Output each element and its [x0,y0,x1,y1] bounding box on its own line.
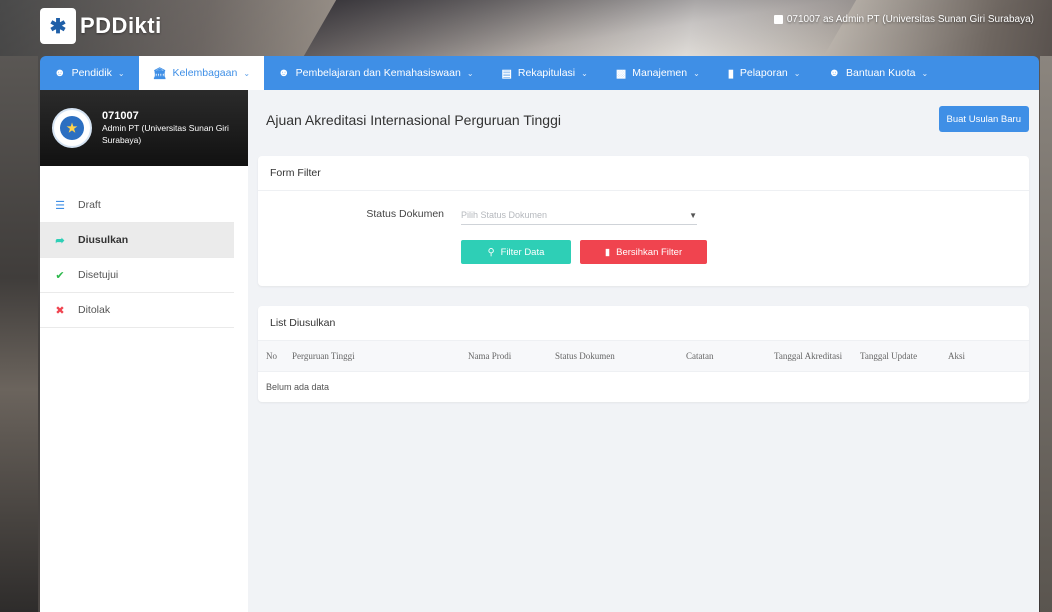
sidebar: ★ 071007 Admin PT (Universitas Sunan Gir… [40,90,248,612]
check-circle-icon: ✔ [55,269,65,282]
background-decoration [303,0,857,56]
chevron-down-icon: ⌄ [921,68,929,78]
list-icon: ☰ [55,199,65,212]
document-icon: ▩ [615,67,627,80]
user-circle-icon: ☻ [278,67,290,79]
nav-manajemen[interactable]: ▩ Manajemen ⌄ [602,56,714,90]
nav-pendidik[interactable]: ☻ Pendidik ⌄ [40,56,139,90]
sidebar-item-label: Ditolak [78,304,111,316]
column-header[interactable]: Tanggal Update [860,351,917,361]
chart-icon: ▤ [501,67,512,80]
column-header[interactable]: Perguruan Tinggi [292,351,355,361]
filter-card: Form Filter Status Dokumen Pilih Status … [258,156,1029,286]
column-header[interactable]: Tanggal Akreditasi [774,351,842,361]
background-left [0,56,38,612]
chevron-down-icon: ⌄ [581,68,588,78]
empty-state: Belum ada data [258,371,1029,402]
institution-icon: 🏛 [152,67,167,80]
sidebar-item-draft[interactable]: ☰ Draft [40,188,234,223]
sidebar-item-label: Draft [78,199,101,211]
user-circle-icon: ☻ [828,67,841,79]
table-header: No Perguruan Tinggi Nama Prodi Status Do… [258,341,1029,371]
nav-kelembagaan[interactable]: 🏛 Kelembagaan ⌄ [138,56,265,90]
nav-label: Pembelajaran dan Kemahasiswaan [295,67,461,79]
sidebar-item-ditolak[interactable]: ✖ Ditolak [40,293,234,328]
chevron-down-icon: ⌄ [243,68,251,78]
top-user-text: 071007 as Admin PT (Universitas Sunan Gi… [786,14,1034,25]
chevron-down-icon: ⌄ [117,68,125,78]
nav-pembelajaran[interactable]: ☻ Pembelajaran dan Kemahasiswaan ⌄ [264,56,487,90]
nav-label: Bantuan Kuota [846,67,916,79]
sidebar-item-disetujui[interactable]: ✔ Disetujui [40,258,234,293]
user-card-icon [773,15,783,24]
column-header[interactable]: Catatan [686,351,714,361]
column-header[interactable]: Nama Prodi [468,351,511,361]
column-header[interactable]: Aksi [948,351,965,361]
nav-rekapitulasi[interactable]: ▤ Rekapitulasi ⌄ [488,56,602,90]
list-card: List Diusulkan No Perguruan Tinggi Nama … [258,306,1029,402]
logo-icon: ✱ [40,8,76,44]
avatar: ★ [52,108,92,148]
tut-wuri-logo-icon: ★ [60,116,84,140]
nav-label: Pelaporan [739,67,788,79]
trash-icon: ▮ [604,246,611,258]
filter-card-title: Form Filter [258,156,1029,191]
sidebar-item-diusulkan[interactable]: ➦ Diusulkan [40,223,234,258]
nav-label: Pendidik [71,67,112,79]
send-icon: ➦ [55,234,65,247]
clear-button-label: Bersihkan Filter [616,246,683,258]
folder-icon: ▮ [727,67,734,80]
nav-pelaporan[interactable]: ▮ Pelaporan ⌄ [714,56,815,90]
chevron-down-icon: ⌄ [466,68,474,78]
new-proposal-button[interactable]: Buat Usulan Baru [938,106,1029,132]
top-user-menu[interactable]: 071007 as Admin PT (Universitas Sunan Gi… [773,14,1034,25]
chevron-down-icon: ⌄ [693,68,700,78]
clear-filter-button[interactable]: ▮ Bersihkan Filter [580,240,707,264]
profile-panel: ★ 071007 Admin PT (Universitas Sunan Gir… [40,90,248,166]
filter-button-label: Filter Data [500,246,545,258]
profile-code: 071007 [102,110,139,122]
chevron-down-icon: ⌄ [793,68,801,78]
nav-label: Manajemen [632,67,688,79]
profile-name: Admin PT (Universitas Sunan Giri Surabay… [102,123,229,145]
column-header[interactable]: No [266,351,277,361]
main-navbar: ☻ Pendidik ⌄ 🏛 Kelembagaan ⌄ ☻ Pembelaja… [40,56,1039,90]
user-circle-icon: ☻ [54,67,66,79]
list-card-title: List Diusulkan [258,306,1029,341]
search-icon: ⚲ [487,246,495,258]
main-content: Ajuan Akreditasi Internasional Perguruan… [248,90,1039,612]
status-placeholder: Pilih Status Dokumen [461,210,548,220]
nav-label: Rekapitulasi [517,67,576,79]
column-header[interactable]: Status Dokumen [555,351,615,361]
caret-down-icon: ▼ [689,210,697,220]
nav-label: Kelembagaan [172,67,238,79]
nav-bantuan-kuota[interactable]: ☻ Bantuan Kuota ⌄ [814,56,942,90]
times-circle-icon: ✖ [55,304,65,317]
sidebar-item-label: Diusulkan [78,234,129,246]
sidebar-item-label: Disetujui [78,269,119,281]
sidebar-menu: ☰ Draft ➦ Diusulkan ✔ Disetujui ✖ Ditola… [40,166,248,328]
brand-logo[interactable]: ✱ PDDikti [40,8,162,44]
filter-data-button[interactable]: ⚲ Filter Data [461,240,571,264]
status-select[interactable]: Pilih Status Dokumen ▼ [461,206,697,225]
status-label: Status Dokumen [366,208,444,220]
page-title: Ajuan Akreditasi Internasional Perguruan… [266,112,561,128]
brand-name: PDDikti [80,13,162,38]
background-right [1040,56,1052,612]
